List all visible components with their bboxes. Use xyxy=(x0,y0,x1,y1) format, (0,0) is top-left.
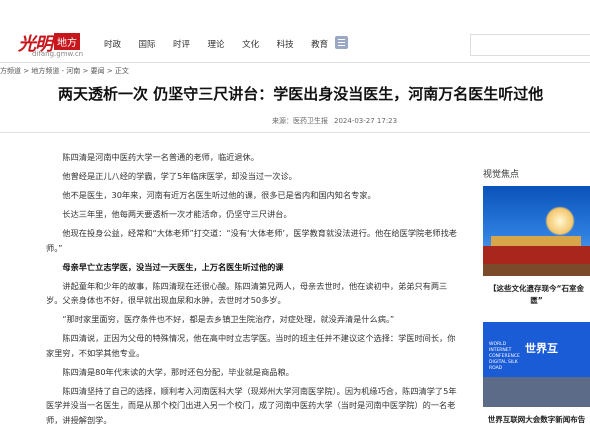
article-meta: 来源：医药卫生报 2024-03-27 17:23 xyxy=(272,116,403,126)
search-input[interactable] xyxy=(470,34,590,56)
main-nav: 时政 国际 时评 理论 文化 科技 教育 xyxy=(104,38,346,50)
paragraph: 陈四清是80年代末读的大学，那时还包分配，毕业就是商品粮。 xyxy=(62,366,294,377)
logo-badge: 地方 xyxy=(54,33,80,50)
site-header: 光明 地方 difang.gmw.cn 时政 国际 时评 理论 文化 科技 教育 xyxy=(0,0,590,63)
nav-item-tech[interactable]: 科技 xyxy=(277,38,294,50)
paragraph: 长达三年里，他每两天要透析一次才能活命，仍坚守三尺讲台。 xyxy=(62,209,292,219)
breadcrumb: 方频道 > 地方频道 - 河南 > 要闻 > 正文 xyxy=(0,67,129,75)
paragraph: 他不是医生，30年来，河南有近万名医生听过他的课，很多已是省内和国内知名专家。 xyxy=(62,190,376,200)
article-datetime: 2024-03-27 17:23 xyxy=(334,117,398,125)
site-logo[interactable]: 光明 地方 difang.gmw.cn xyxy=(18,30,84,58)
focus-caption-1[interactable]: 【这些文化遗存现今“石室金匮” xyxy=(483,283,590,307)
article-title: 两天透析一次 仍坚守三尺讲台：学医出身没当医生，河南万名医生听过他 xyxy=(58,85,544,103)
paragraph: 陈四清是河南中医药大学一名普通的老师，临近退休。 xyxy=(62,152,259,162)
paragraph: 陈四清坚持了自己的选择，顺利考入河南医科大学（现郑州大学河南医学院）。因为机缘巧… xyxy=(46,385,457,425)
conference-small-text: WORLD INTERNET CONFERENCE DIGITAL SILK R… xyxy=(489,342,520,371)
focus-caption-2[interactable]: 世界互联网大会数字新闻布告 xyxy=(483,414,590,426)
paragraph: 陈四清说，正因为父母的特殊情况，他在高中时立志学医。当时的班主任并不建议这个选择… xyxy=(46,333,456,358)
paragraph: 讲起童年和少年的故事，陈四清现在还很心酸。陈四清第兄两人，母亲去世时，他在读初中… xyxy=(46,280,448,306)
paragraph: “那时家里面穷，医疗条件也不好，都是去乡镇卫生院治疗，对症处理，就没弄清是什么病… xyxy=(62,314,395,324)
menu-icon[interactable] xyxy=(335,36,348,49)
focus-image-conference[interactable]: WORLD INTERNET CONFERENCE DIGITAL SILK R… xyxy=(483,322,590,407)
nav-item-international[interactable]: 国际 xyxy=(139,38,156,50)
nav-item-theory[interactable]: 理论 xyxy=(208,38,225,50)
divider xyxy=(0,132,590,133)
logo-domain: difang.gmw.cn xyxy=(32,50,84,58)
nav-item-politics[interactable]: 时政 xyxy=(104,38,121,50)
nav-item-culture[interactable]: 文化 xyxy=(242,38,259,50)
sidebar-title: 视觉焦点 xyxy=(483,170,520,180)
paragraph: 他现在投身公益，经常和“大体老师”打交道：“没有‘大体老师’，医学教育就没法进行… xyxy=(46,228,457,253)
focus-image-palace[interactable] xyxy=(483,186,590,276)
nav-item-education[interactable]: 教育 xyxy=(311,38,328,50)
section-heading: 母亲早亡立志学医，没当过一天医生，上万名医生听过他的课 xyxy=(62,261,284,272)
conference-title-text: 世界互 xyxy=(525,342,558,355)
article-source: 来源：医药卫生报 xyxy=(272,117,328,125)
article-body: 陈四清是河南中医药大学一名普通的老师，临近退休。 他曾经是正儿八经的学霸，学了5… xyxy=(46,150,460,432)
paragraph: 他曾经是正儿八经的学霸，学了5年临床医学，却没当过一次诊。 xyxy=(62,171,297,181)
nav-item-commentary[interactable]: 时评 xyxy=(173,38,190,50)
